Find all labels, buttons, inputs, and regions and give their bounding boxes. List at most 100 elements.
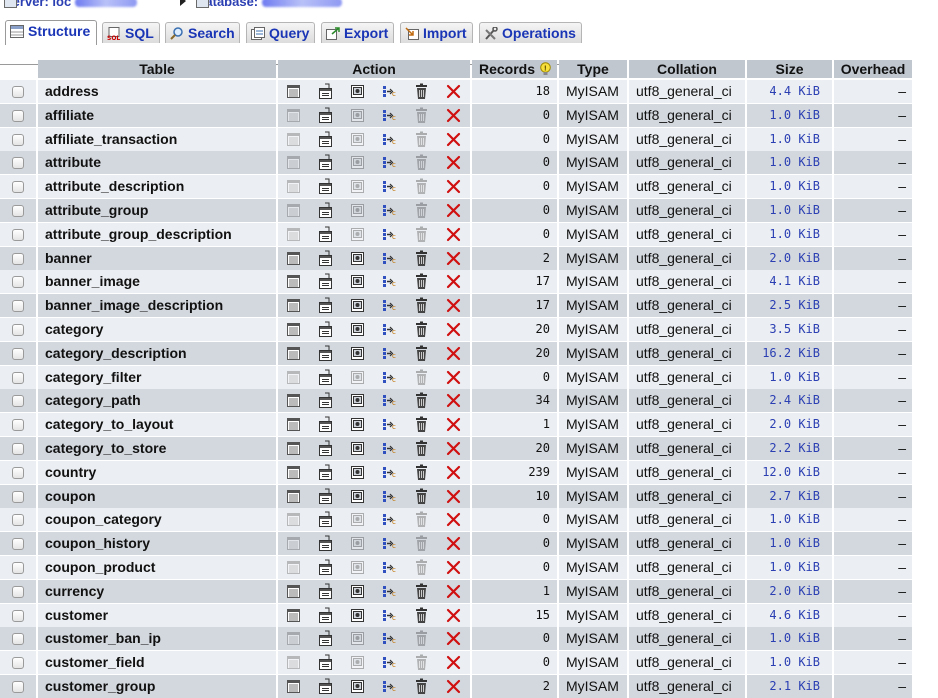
search-table-icon[interactable]: [349, 559, 366, 576]
table-size-link[interactable]: 2.5 KiB: [747, 294, 832, 318]
structure-icon[interactable]: [317, 678, 334, 695]
structure-icon[interactable]: [317, 154, 334, 171]
table-name-link[interactable]: address: [38, 80, 276, 103]
search-table-icon[interactable]: [349, 321, 366, 338]
row-checkbox[interactable]: [12, 157, 24, 170]
tab-import[interactable]: Import: [400, 22, 473, 43]
table-size-link[interactable]: 1.0 KiB: [747, 532, 832, 556]
table-name-link[interactable]: attribute: [38, 151, 276, 175]
table-name-link[interactable]: attribute_description: [38, 175, 276, 199]
search-table-icon[interactable]: [349, 607, 366, 624]
drop-table-icon[interactable]: [445, 178, 462, 195]
browse-icon[interactable]: [285, 297, 302, 314]
insert-icon[interactable]: c: [381, 535, 398, 552]
search-table-icon[interactable]: [349, 131, 366, 148]
insert-icon[interactable]: c: [381, 345, 398, 362]
structure-icon[interactable]: [317, 273, 334, 290]
search-table-icon[interactable]: [349, 83, 366, 100]
table-size-link[interactable]: 1.0 KiB: [747, 556, 832, 579]
empty-table-icon[interactable]: [413, 559, 430, 576]
empty-table-icon[interactable]: [413, 107, 430, 124]
insert-icon[interactable]: c: [381, 392, 398, 409]
insert-icon[interactable]: c: [381, 630, 398, 647]
table-size-link[interactable]: 4.4 KiB: [747, 80, 832, 103]
browse-icon[interactable]: [285, 392, 302, 409]
structure-icon[interactable]: [317, 226, 334, 243]
browse-icon[interactable]: [285, 535, 302, 552]
table-name-link[interactable]: affiliate: [38, 103, 276, 127]
table-name-link[interactable]: coupon_category: [38, 508, 276, 532]
empty-table-icon[interactable]: [413, 154, 430, 171]
row-checkbox[interactable]: [12, 609, 24, 622]
structure-icon[interactable]: [317, 83, 334, 100]
browse-icon[interactable]: [285, 202, 302, 219]
browse-icon[interactable]: [285, 464, 302, 481]
drop-table-icon[interactable]: [445, 607, 462, 624]
structure-icon[interactable]: [317, 511, 334, 528]
browse-icon[interactable]: [285, 107, 302, 124]
browse-icon[interactable]: [285, 369, 302, 386]
drop-table-icon[interactable]: [445, 678, 462, 695]
empty-table-icon[interactable]: [413, 226, 430, 243]
row-checkbox[interactable]: [12, 371, 24, 384]
row-checkbox[interactable]: [12, 300, 24, 313]
row-checkbox[interactable]: [12, 633, 24, 646]
table-name-link[interactable]: customer_field: [38, 651, 276, 675]
tab-operations[interactable]: Operations: [479, 22, 582, 43]
header-collation[interactable]: Collation: [629, 60, 745, 78]
insert-icon[interactable]: c: [381, 488, 398, 505]
browse-icon[interactable]: [285, 416, 302, 433]
drop-table-icon[interactable]: [445, 488, 462, 505]
empty-table-icon[interactable]: [413, 440, 430, 457]
search-table-icon[interactable]: [349, 250, 366, 267]
structure-icon[interactable]: [317, 416, 334, 433]
insert-icon[interactable]: c: [381, 154, 398, 171]
structure-icon[interactable]: [317, 250, 334, 267]
database-crumb[interactable]: Database:: [196, 0, 342, 9]
drop-table-icon[interactable]: [445, 369, 462, 386]
header-records[interactable]: Records !: [472, 60, 557, 78]
header-overhead[interactable]: Overhead: [834, 60, 912, 78]
browse-icon[interactable]: [285, 583, 302, 600]
table-size-link[interactable]: 16.2 KiB: [747, 341, 832, 365]
structure-icon[interactable]: [317, 321, 334, 338]
browse-icon[interactable]: [285, 154, 302, 171]
browse-icon[interactable]: [285, 607, 302, 624]
row-checkbox[interactable]: [12, 86, 24, 98]
table-name-link[interactable]: coupon_history: [38, 532, 276, 556]
insert-icon[interactable]: c: [381, 131, 398, 148]
tab-export[interactable]: Export: [321, 22, 394, 43]
insert-icon[interactable]: c: [381, 107, 398, 124]
insert-icon[interactable]: c: [381, 321, 398, 338]
drop-table-icon[interactable]: [445, 202, 462, 219]
drop-table-icon[interactable]: [445, 273, 462, 290]
table-size-link[interactable]: 2.0 KiB: [747, 413, 832, 437]
search-table-icon[interactable]: [349, 178, 366, 195]
table-name-link[interactable]: category_to_layout: [38, 413, 276, 437]
table-name-link[interactable]: category_to_store: [38, 437, 276, 460]
table-name-link[interactable]: customer_group: [38, 675, 276, 698]
browse-icon[interactable]: [285, 630, 302, 647]
empty-table-icon[interactable]: [413, 345, 430, 362]
empty-table-icon[interactable]: [413, 654, 430, 671]
drop-table-icon[interactable]: [445, 154, 462, 171]
structure-icon[interactable]: [317, 345, 334, 362]
drop-table-icon[interactable]: [445, 535, 462, 552]
empty-table-icon[interactable]: [413, 535, 430, 552]
row-checkbox[interactable]: [12, 466, 24, 479]
structure-icon[interactable]: [317, 202, 334, 219]
insert-icon[interactable]: c: [381, 202, 398, 219]
empty-table-icon[interactable]: [413, 678, 430, 695]
drop-table-icon[interactable]: [445, 226, 462, 243]
search-table-icon[interactable]: [349, 654, 366, 671]
structure-icon[interactable]: [317, 583, 334, 600]
empty-table-icon[interactable]: [413, 131, 430, 148]
drop-table-icon[interactable]: [445, 345, 462, 362]
structure-icon[interactable]: [317, 369, 334, 386]
structure-icon[interactable]: [317, 178, 334, 195]
empty-table-icon[interactable]: [413, 630, 430, 647]
insert-icon[interactable]: c: [381, 511, 398, 528]
table-name-link[interactable]: currency: [38, 579, 276, 603]
table-name-link[interactable]: coupon_product: [38, 556, 276, 579]
empty-table-icon[interactable]: [413, 369, 430, 386]
